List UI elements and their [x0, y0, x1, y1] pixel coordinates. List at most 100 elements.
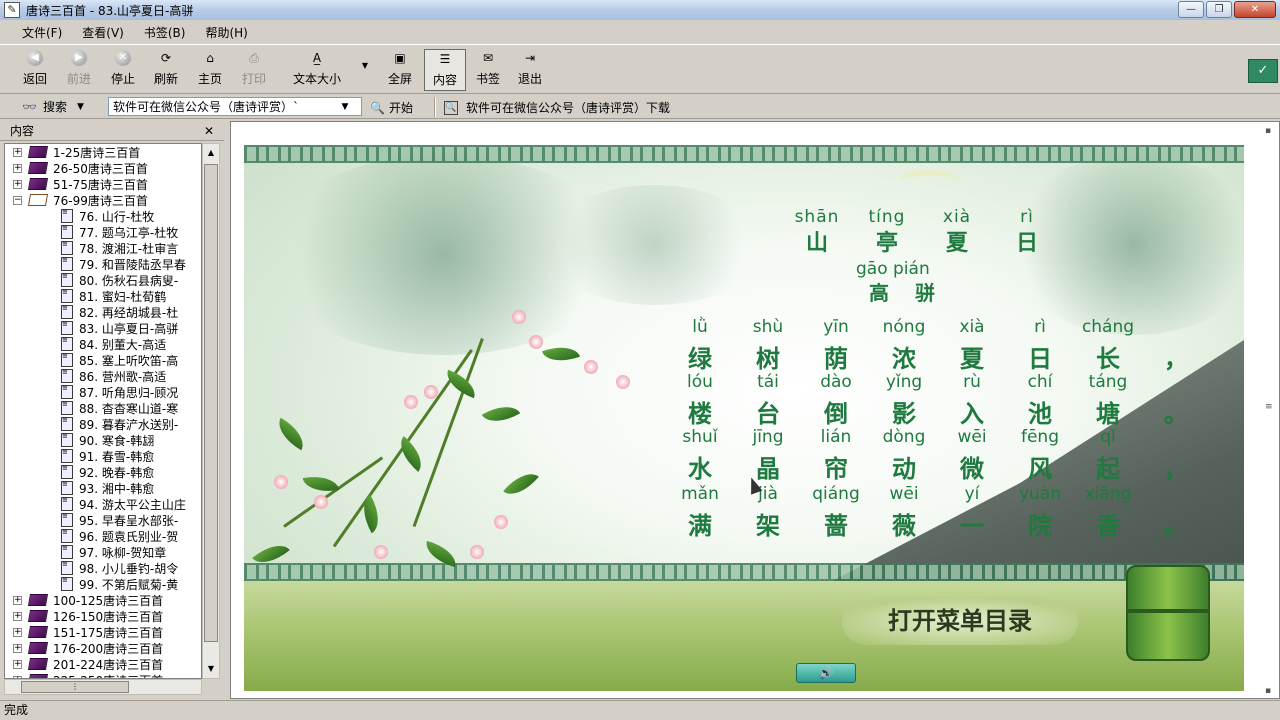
expand-icon[interactable]: +	[13, 611, 22, 621]
tree-group[interactable]: +126-150唐诗三百首	[5, 608, 201, 624]
app-icon: ✎	[4, 2, 20, 18]
fullscreen-icon: ▣	[394, 51, 406, 65]
book-icon	[27, 658, 49, 670]
refresh-button[interactable]: ⟳ 刷新	[148, 49, 184, 91]
tree-item[interactable]: ≡ 87. 听角思归-顾况	[5, 384, 201, 400]
collapse-icon[interactable]: −	[13, 195, 22, 205]
expand-icon[interactable]: +	[13, 163, 22, 173]
pinyin: jià	[758, 484, 778, 504]
expand-icon[interactable]: +	[13, 179, 22, 189]
tree-item[interactable]: ≡ 85. 塞上听吹笛-高	[5, 352, 201, 368]
tree-item[interactable]: ≡ 86. 营州歌-高适	[5, 368, 201, 384]
forward-button[interactable]: ▶ 前进	[62, 49, 96, 91]
document-icon: ≡	[61, 225, 73, 239]
search-go-button[interactable]: 🔍 开始	[370, 99, 413, 116]
combo-arrow-icon[interactable]: ▼	[335, 102, 355, 112]
menu-view[interactable]: 查看(V)	[82, 24, 124, 41]
tree-item[interactable]: ≡ 76. 山行-杜牧	[5, 208, 201, 224]
close-button[interactable]: ✕	[1234, 1, 1276, 18]
tree-item[interactable]: ≡ 98. 小儿垂钓-胡令	[5, 560, 201, 576]
tree-group[interactable]: +151-175唐诗三百首	[5, 624, 201, 640]
tree-item-label: 91. 春雪-韩愈	[79, 449, 155, 464]
tree-item[interactable]: ≡ 78. 渡湘江-杜审言	[5, 240, 201, 256]
tree-horizontal-scrollbar[interactable]: ⋮	[4, 679, 202, 695]
tree-item[interactable]: ≡ 93. 湘中-韩愈	[5, 480, 201, 496]
book-icon	[27, 178, 49, 190]
tree-item[interactable]: ≡ 97. 咏柳-贺知章	[5, 544, 201, 560]
tree-group[interactable]: +51-75唐诗三百首	[5, 176, 201, 192]
document-icon: ≡	[61, 305, 73, 319]
search-label[interactable]: 搜索	[43, 98, 67, 115]
sidebar-close-icon[interactable]: ✕	[204, 124, 214, 138]
tree-item[interactable]: ≡ 99. 不第后赋菊-黄	[5, 576, 201, 592]
hscroll-thumb[interactable]: ⋮	[21, 681, 129, 693]
search-input[interactable]	[109, 99, 335, 114]
home-icon: ⌂	[206, 51, 214, 65]
expand-icon[interactable]: +	[13, 147, 22, 157]
tree-item[interactable]: ≡ 80. 伤秋石县病叟-	[5, 272, 201, 288]
document-icon: ≡	[61, 497, 73, 511]
open-book-icon	[27, 194, 49, 206]
print-button[interactable]: ⎙ 打印	[236, 49, 272, 91]
back-button[interactable]: ◀ 返回	[18, 49, 52, 91]
tree-group[interactable]: +1-25唐诗三百首	[5, 144, 201, 160]
scroll-down-icon[interactable]: ▼	[204, 661, 218, 677]
expand-icon[interactable]: +	[13, 595, 22, 605]
tree-item[interactable]: ≡ 84. 别董大-高适	[5, 336, 201, 352]
tree-vertical-scrollbar[interactable]: ▲ ▼	[202, 143, 220, 679]
fullscreen-button[interactable]: ▣ 全屏	[382, 49, 418, 91]
menu-help[interactable]: 帮助(H)	[205, 24, 247, 41]
tree-item[interactable]: ≡ 88. 杳杳寒山道-寒	[5, 400, 201, 416]
search-dropdown-icon[interactable]: ▼	[77, 102, 84, 112]
tree-group[interactable]: +100-125唐诗三百首	[5, 592, 201, 608]
expand-icon[interactable]: +	[13, 659, 22, 669]
tree-group[interactable]: +225-250唐诗三百首	[5, 672, 201, 678]
menu-bookmarks[interactable]: 书签(B)	[144, 24, 186, 41]
content-scrollbar[interactable]: ▪ ≡ ▪	[1261, 126, 1277, 696]
poem-scene: shān tíng xià rì 山亭夏日 gāo pián 高骈 lǜ shù yīn n…	[244, 145, 1244, 691]
tree-group[interactable]: +201-224唐诗三百首	[5, 656, 201, 672]
speaker-button[interactable]: 🔊	[796, 663, 856, 683]
tree-item-label: 86. 营州歌-高适	[79, 369, 167, 384]
scroll-up-icon[interactable]: ▲	[204, 145, 218, 161]
tree-item[interactable]: ≡ 89. 暮春浐水送别-	[5, 416, 201, 432]
forward-label: 前进	[66, 72, 91, 86]
tree-group[interactable]: +176-200唐诗三百首	[5, 640, 201, 656]
document-icon: ≡	[61, 433, 73, 447]
stop-button[interactable]: ✕ 停止	[106, 49, 140, 91]
content-button[interactable]: ☰ 内容	[424, 49, 466, 91]
tree-group-label: 1-25唐诗三百首	[53, 145, 141, 160]
exit-button[interactable]: ⇥ 退出	[512, 49, 548, 91]
tree-item[interactable]: ≡ 90. 寒食-韩翃	[5, 432, 201, 448]
download-notice[interactable]: 🔍 软件可在微信公众号（唐诗评赏）下载	[444, 99, 670, 116]
expand-icon[interactable]: +	[13, 627, 22, 637]
bookmarks-label: 书签	[475, 72, 500, 86]
tree-group-open[interactable]: − 76-99唐诗三百首	[5, 192, 201, 208]
tree-item[interactable]: ≡ 94. 游太平公主山庄	[5, 496, 201, 512]
minimize-button[interactable]: —	[1178, 1, 1204, 18]
search-combo[interactable]: ▼	[108, 97, 362, 116]
tree-item[interactable]: ≡ 82. 再经胡城县-杜	[5, 304, 201, 320]
tree-item[interactable]: ≡ 83. 山亭夏日-高骈	[5, 320, 201, 336]
home-button[interactable]: ⌂ 主页	[192, 49, 228, 91]
poem-char: 日	[1028, 344, 1052, 373]
tree-item[interactable]: ≡ 77. 题乌江亭-杜牧	[5, 224, 201, 240]
tree-item[interactable]: ≡ 92. 晚春-韩愈	[5, 464, 201, 480]
expand-icon[interactable]: +	[13, 643, 22, 653]
content-icon: ☰	[439, 52, 451, 66]
scroll-thumb[interactable]	[204, 164, 218, 642]
text-size-button[interactable]: A̲ 文本大小	[284, 49, 350, 91]
tree-item[interactable]: ≡ 95. 早春呈水部张-	[5, 512, 201, 528]
tree-group[interactable]: +26-50唐诗三百首	[5, 160, 201, 176]
restore-button[interactable]: ❐	[1206, 1, 1232, 18]
open-menu-button[interactable]: 打开菜单目录	[842, 597, 1078, 645]
contents-tree[interactable]: +1-25唐诗三百首 +26-50唐诗三百首 +51-75唐诗三百首 − 76-9…	[4, 143, 202, 679]
tree-item[interactable]: ≡ 79. 和晋陵陆丞早春	[5, 256, 201, 272]
menu-file[interactable]: 文件(F)	[22, 24, 62, 41]
tree-item[interactable]: ≡ 81. 蜜妇-杜荀鹤	[5, 288, 201, 304]
tree-item[interactable]: ≡ 96. 题袁氏别业-贺	[5, 528, 201, 544]
bamboo-bucket-decoration	[1126, 565, 1210, 661]
tree-item[interactable]: ≡ 91. 春雪-韩愈	[5, 448, 201, 464]
book-icon	[27, 162, 49, 174]
bookmarks-button[interactable]: ✉ 书签	[470, 49, 506, 91]
